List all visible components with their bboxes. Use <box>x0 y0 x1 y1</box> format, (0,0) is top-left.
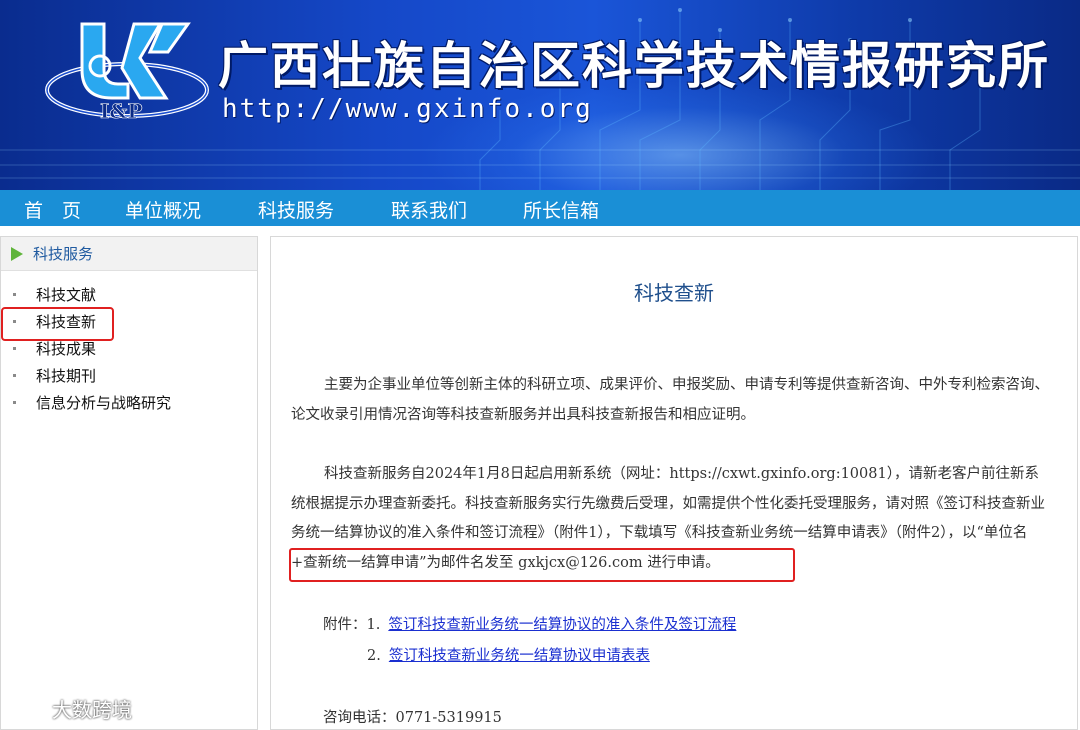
sidebar-item-literature[interactable]: 科技文献 <box>1 281 257 308</box>
institute-logo: I&P <box>45 22 209 123</box>
main-content: 科技查新 主要为企事业单位等创新主体的科研立项、成果评价、申报奖励、申请专利等提… <box>270 236 1078 730</box>
bullet-icon <box>13 293 16 296</box>
header-banner: I&P 广西壮族自治区科学技术情报研究所 http://www.gxinfo.o… <box>0 0 1080 190</box>
banner-url: http://www.gxinfo.org <box>222 94 593 124</box>
bullet-icon <box>13 347 16 350</box>
svg-text:I&P: I&P <box>100 99 142 123</box>
bullet-icon <box>13 401 16 404</box>
nav-home[interactable]: 首 页 <box>24 196 81 223</box>
watermark-text: 大数跨境 <box>52 698 132 722</box>
contact-phone: 咨询电话：0771-5319915 <box>323 710 502 726</box>
bullet-icon <box>13 374 16 377</box>
bullet-icon <box>13 320 16 323</box>
sidebar-item-achievements[interactable]: 科技成果 <box>1 335 257 362</box>
attachment-number: 2. <box>367 648 381 664</box>
page-title: 科技查新 <box>634 281 714 305</box>
play-arrow-icon <box>11 246 23 261</box>
sidebar-list: 科技文献 科技查新 科技成果 科技期刊 信息分析与战略研究 <box>1 271 257 416</box>
sidebar-item-label: 科技文献 <box>36 286 97 304</box>
watermark-logo-icon <box>11 697 46 721</box>
sidebar-heading: 科技服务 <box>33 245 94 263</box>
attachment-link-2[interactable]: 签订科技查新业务统一结算协议申请表表 <box>389 648 650 664</box>
nav-director-mailbox[interactable]: 所长信箱 <box>523 196 599 223</box>
intro-paragraph: 主要为企事业单位等创新主体的科研立项、成果评价、申报奖励、申请专利等提供查新咨询… <box>291 377 1049 423</box>
service-paragraph: 科技查新服务自2024年1月8日起启用新系统（网址：https://cxwt.g… <box>291 466 1045 571</box>
attachments-label: 附件： <box>323 617 367 633</box>
sidebar-header: 科技服务 <box>1 237 257 271</box>
sidebar-item-label: 科技期刊 <box>36 367 97 385</box>
sidebar: 科技服务 科技文献 科技查新 科技成果 科技期刊 信息分析与战略研究 <box>0 236 258 730</box>
attachment-row-1: 附件：1. 签订科技查新业务统一结算协议的准入条件及签订流程 <box>323 613 736 634</box>
attachment-link-1[interactable]: 签订科技查新业务统一结算协议的准入条件及签订流程 <box>388 617 736 633</box>
main-nav: 首 页 单位概况 科技服务 联系我们 所长信箱 <box>0 190 1080 226</box>
banner-title: 广西壮族自治区科学技术情报研究所 <box>218 37 1050 95</box>
nav-about[interactable]: 单位概况 <box>125 196 201 223</box>
attachment-number: 1. <box>366 617 381 633</box>
sidebar-item-label: 信息分析与战略研究 <box>36 394 172 412</box>
sidebar-item-label: 科技成果 <box>36 340 97 358</box>
sidebar-item-journals[interactable]: 科技期刊 <box>1 362 257 389</box>
attachment-row-2: 2. 签订科技查新业务统一结算协议申请表表 <box>367 644 650 665</box>
sidebar-item-novelty-search[interactable]: 科技查新 <box>1 307 257 341</box>
watermark: 大数跨境 <box>8 694 132 723</box>
nav-services[interactable]: 科技服务 <box>258 196 334 223</box>
nav-contact[interactable]: 联系我们 <box>391 196 467 223</box>
sidebar-item-label: 科技查新 <box>36 313 97 331</box>
sidebar-item-strategy-research[interactable]: 信息分析与战略研究 <box>1 389 257 416</box>
